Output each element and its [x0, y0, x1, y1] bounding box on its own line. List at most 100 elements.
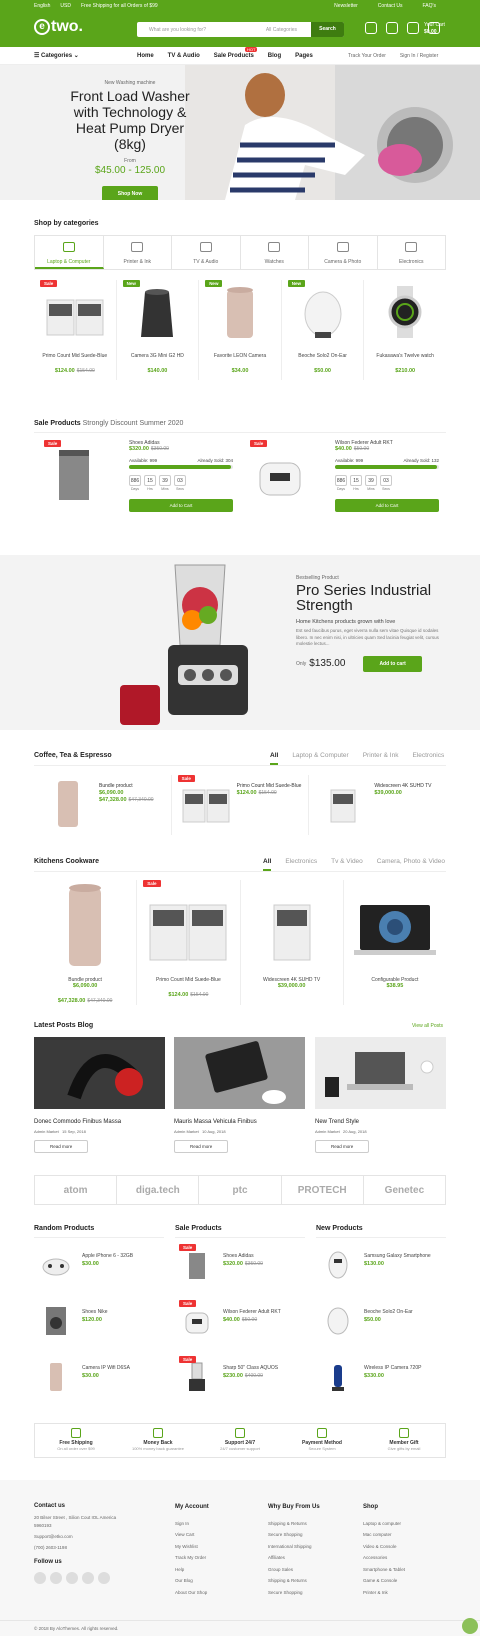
nav-blog[interactable]: Blog — [268, 53, 281, 59]
nav-sale-products[interactable]: Sale Products — [214, 53, 254, 59]
footer-link[interactable]: Sign In — [175, 1518, 209, 1530]
wishlist-icon[interactable] — [407, 22, 419, 34]
tablet-image[interactable] — [174, 1037, 305, 1109]
search-button[interactable]: Search — [311, 22, 344, 37]
list-item[interactable]: Beoche Solo2 On-Ear $50.00 — [316, 1300, 446, 1350]
read-more-button[interactable]: Read more — [34, 1140, 89, 1153]
tab-electronics[interactable]: Electronics — [285, 858, 317, 871]
read-more-button[interactable]: Read more — [315, 1140, 370, 1153]
footer-link[interactable]: Shipping & Returns — [268, 1575, 320, 1587]
footer-link[interactable]: Laptop & computer — [363, 1518, 405, 1530]
footer-link[interactable]: Our Blog — [175, 1575, 209, 1587]
promo-add-to-cart[interactable]: Add to cart — [363, 655, 422, 672]
footer-link[interactable]: Accessories — [363, 1552, 405, 1564]
shop-now-button[interactable]: Shop Now — [101, 186, 159, 200]
product-card[interactable]: New Camera 3G Mini G2 HD $140.00 — [117, 280, 200, 380]
nav-tv-audio[interactable]: TV & Audio — [168, 53, 200, 59]
contact-link[interactable]: Contact Us — [378, 3, 403, 9]
read-more-button[interactable]: Read more — [174, 1140, 229, 1153]
footer-link[interactable]: International Shipping — [268, 1541, 320, 1553]
twitter-icon[interactable] — [34, 1572, 46, 1584]
cart-summary[interactable]: Your Cart $0.00 — [424, 22, 445, 36]
post-title[interactable]: Donec Commodo Finibus Massa — [34, 1119, 165, 1125]
faq-link[interactable]: FAQ's — [423, 3, 436, 9]
tab-printer[interactable]: Printer & Ink — [104, 236, 172, 269]
footer-link[interactable]: Smartphone & Tablet — [363, 1564, 405, 1576]
tab-camera[interactable]: Camera & Photo — [309, 236, 378, 269]
facebook-icon[interactable] — [50, 1572, 62, 1584]
product-card[interactable]: Bundle product $6,090.00 $47,328.00 $47,3… — [34, 775, 172, 835]
product-card[interactable]: New Beoche Solo2 On-Ear $50.00 — [282, 280, 365, 380]
scroll-top-button[interactable] — [462, 1618, 478, 1634]
signin-link[interactable]: Sign In / Register — [400, 53, 438, 59]
tab-tv[interactable]: TV & Audio — [172, 236, 241, 269]
product-card[interactable]: Sale Primo Count Mid Suede-Blue $124.00 $… — [172, 775, 310, 835]
tab-all[interactable]: All — [263, 858, 272, 871]
footer-link[interactable]: Track My Order — [175, 1552, 209, 1564]
brand-genetec[interactable]: Genetec — [364, 1176, 445, 1204]
view-all-posts-link[interactable]: View all Posts — [412, 1023, 443, 1029]
post-title[interactable]: New Trend Style — [315, 1119, 446, 1125]
product-name[interactable]: Primo Count Mid Suede-Blue — [237, 783, 302, 790]
tab-watches[interactable]: Watches — [241, 236, 309, 269]
newsletter-link[interactable]: Newsletter — [334, 3, 358, 9]
brand-digatech[interactable]: diga.tech — [117, 1176, 200, 1204]
product-card[interactable]: Bundle product $6,090.00 $47,328.00 $47,3… — [34, 880, 138, 1005]
product-card[interactable]: Configurable Product $38.95 — [344, 880, 446, 1005]
brand-protech[interactable]: PROTECH — [282, 1176, 364, 1204]
categories-menu[interactable]: ☰ Categories ⌄ — [34, 52, 79, 59]
footer-link[interactable]: Game & Console — [363, 1575, 405, 1587]
footer-link[interactable]: Shipping & Returns — [268, 1518, 320, 1530]
footer-link[interactable]: Secure Shopping — [268, 1529, 320, 1541]
tab-tv-video[interactable]: Tv & Video — [331, 858, 363, 871]
headphones-image[interactable] — [34, 1037, 165, 1109]
currency-select[interactable]: USD — [60, 3, 71, 9]
track-order-link[interactable]: Track Your Order — [348, 53, 386, 59]
tab-camera-photo[interactable]: Camera, Photo & Video — [377, 858, 445, 871]
footer-link[interactable]: Group Sales — [268, 1564, 320, 1576]
list-item[interactable]: Samsung Galaxy Smartphone $130.00 — [316, 1244, 446, 1294]
list-item[interactable]: Shoes Nike $120.00 — [34, 1300, 164, 1350]
nav-home[interactable]: Home — [137, 53, 154, 59]
compare-icon[interactable] — [365, 22, 377, 34]
list-item[interactable]: Wireless IP Camera 720P $330.00 — [316, 1356, 446, 1406]
tab-laptop[interactable]: Laptop & Computer — [35, 236, 104, 269]
list-item[interactable]: Sale Shoes Adidas $320.00 $350.00 — [175, 1244, 305, 1294]
add-to-cart-button[interactable]: Add to Cart — [129, 499, 233, 512]
post-title[interactable]: Mauris Massa Vehicula Finibus — [174, 1119, 305, 1125]
category-select[interactable]: All Categories — [266, 27, 311, 33]
footer-link[interactable]: Printer & Ink — [363, 1587, 405, 1599]
youtube-icon[interactable] — [98, 1572, 110, 1584]
product-card[interactable]: Widescreen 4K SUHD TV $39,000.00 — [309, 775, 446, 835]
search-input[interactable]: What are you looking for? — [137, 27, 266, 33]
logo[interactable]: e two. — [34, 18, 83, 36]
footer-link[interactable]: Secure Shopping — [268, 1587, 320, 1599]
footer-link[interactable]: My Wishlist — [175, 1541, 209, 1553]
product-card[interactable]: Sale Primo Count Mid Suede-Blue $124.00 $… — [137, 880, 241, 1005]
product-card[interactable]: Fukasawa's Twelve watch $210.00 — [364, 280, 446, 380]
tab-laptop-computer[interactable]: Laptop & Computer — [292, 752, 348, 765]
email-link[interactable]: Support@etko.com — [34, 1533, 124, 1541]
product-card[interactable]: Sale Primo Count Mid Suede-Blue $124.00 $… — [34, 280, 117, 380]
instagram-icon[interactable] — [82, 1572, 94, 1584]
desk-laptop-image[interactable] — [315, 1037, 446, 1109]
tab-printer-ink[interactable]: Printer & Ink — [363, 752, 399, 765]
footer-link[interactable]: Affiliates — [268, 1552, 320, 1564]
google-icon[interactable] — [66, 1572, 78, 1584]
footer-link[interactable]: Mac computer — [363, 1529, 405, 1541]
brand-atom[interactable]: atom — [35, 1176, 118, 1204]
list-item[interactable]: Sale Sharp 50" Class AQUOS $230.00 $400.00 — [175, 1356, 305, 1406]
brand-ptc[interactable]: ptc — [199, 1176, 282, 1204]
footer-link[interactable]: Video & Console — [363, 1541, 405, 1553]
list-item[interactable]: Sale Wilson Federer Adult RKT $40.00 $50.0… — [175, 1300, 305, 1350]
language-select[interactable]: English — [34, 3, 50, 9]
footer-link[interactable]: Help — [175, 1564, 209, 1576]
product-name[interactable]: Bundle product — [99, 783, 154, 790]
nav-pages[interactable]: Pages — [295, 53, 313, 59]
list-item[interactable]: Camera IP Wifi D6SA $30.00 — [34, 1356, 164, 1406]
product-card[interactable]: New Favorite LEON Camera $34.00 — [199, 280, 282, 380]
footer-link[interactable]: About Our Shop — [175, 1587, 209, 1599]
list-item[interactable]: Apple iPhone 6 - 32GB $30.00 — [34, 1244, 164, 1294]
add-to-cart-button[interactable]: Add to Cart — [335, 499, 439, 512]
user-icon[interactable] — [386, 22, 398, 34]
